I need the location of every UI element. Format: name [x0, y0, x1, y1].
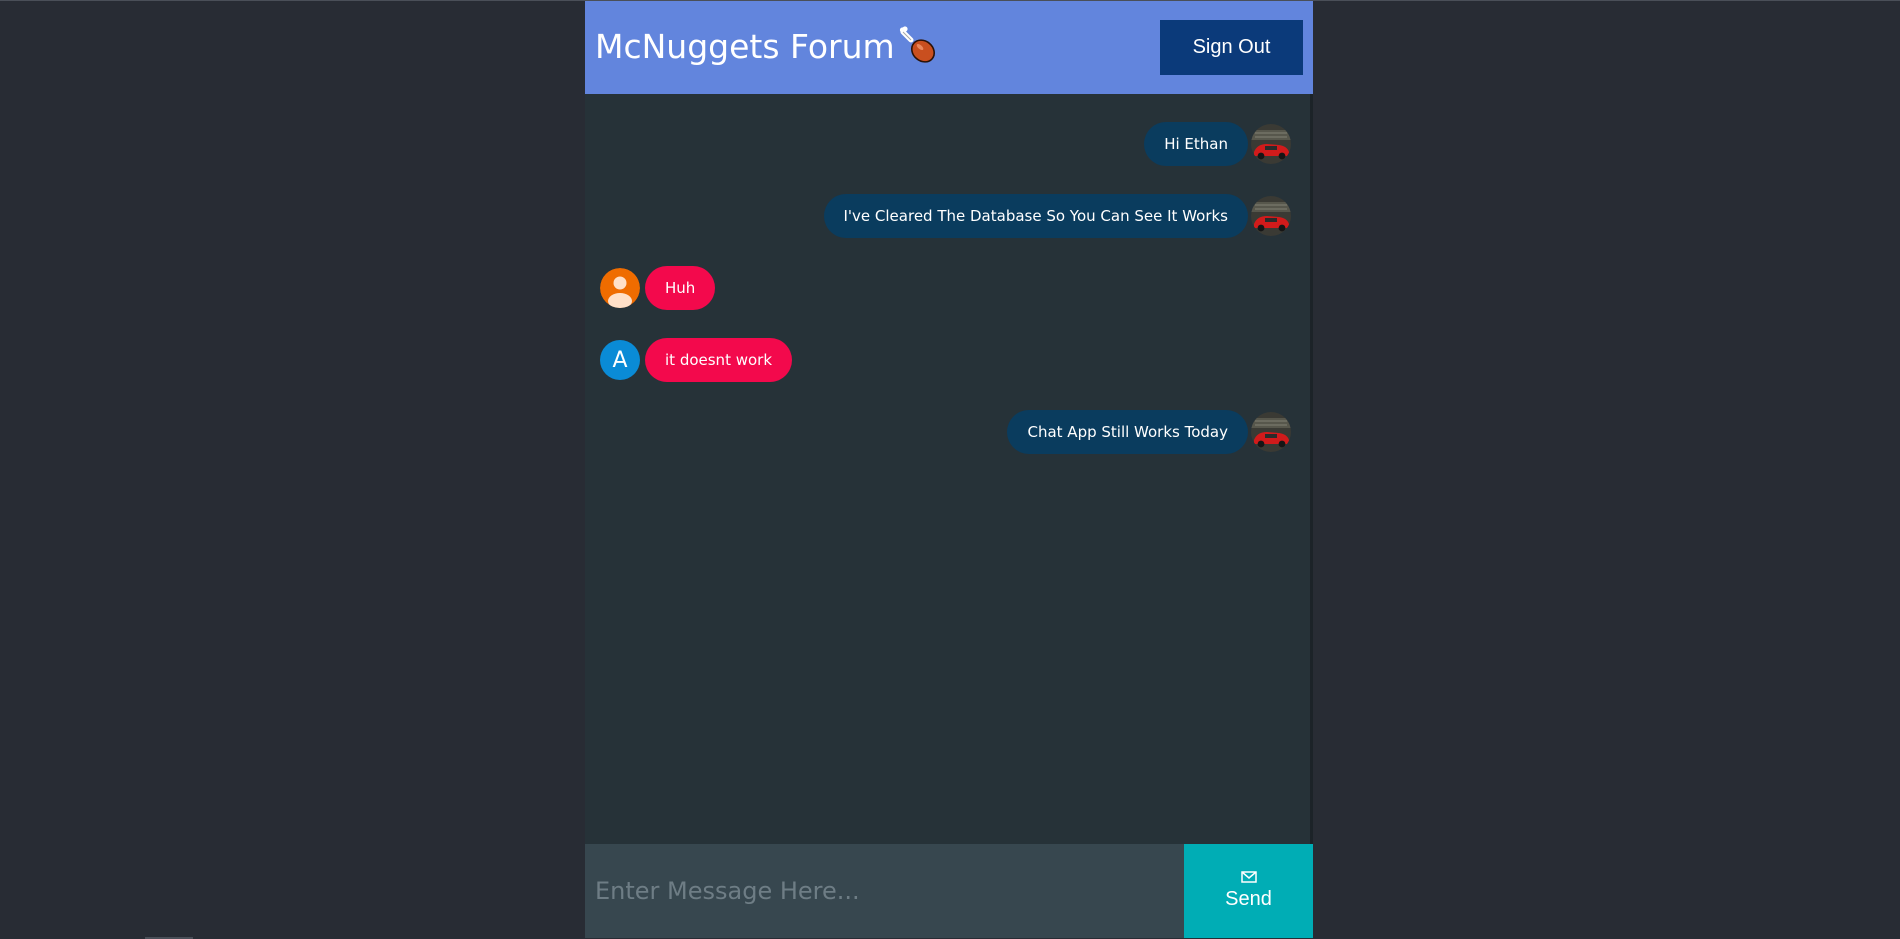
send-label: Send [1225, 888, 1272, 910]
car-avatar [1251, 196, 1291, 236]
mail-icon [1240, 871, 1257, 886]
message-bubble: Hi Ethan [1144, 122, 1248, 166]
drumstick-icon [899, 26, 939, 66]
app-header: McNuggets Forum Sign Out [585, 1, 1313, 94]
letter-avatar: A [600, 340, 640, 380]
message-bubble: Chat App Still Works Today [1007, 410, 1248, 454]
message-item: I've Cleared The Database So You Can See… [823, 194, 1291, 238]
person-icon [600, 268, 640, 308]
message-item: Huh [600, 266, 716, 310]
message-input[interactable] [585, 844, 1184, 938]
message-bubble: it doesnt work [645, 338, 793, 382]
message-list[interactable]: Hi Ethan I've Cleared The Database So Yo… [585, 94, 1310, 844]
message-composer: Send [585, 844, 1313, 938]
page-title-text: McNuggets Forum [595, 26, 895, 66]
car-avatar [1251, 412, 1291, 452]
message-item: Hi Ethan [1144, 122, 1291, 166]
message-item: Chat App Still Works Today [1007, 410, 1291, 454]
send-button[interactable]: Send [1184, 844, 1313, 938]
message-bubble: I've Cleared The Database So You Can See… [823, 194, 1248, 238]
message-bubble: Huh [645, 266, 716, 310]
chat-app: McNuggets Forum Sign Out Hi Ethan I've C… [585, 1, 1313, 938]
car-avatar [1251, 124, 1291, 164]
message-item: A it doesnt work [600, 338, 793, 382]
page-title: McNuggets Forum [595, 26, 939, 66]
sign-out-button[interactable]: Sign Out [1160, 20, 1303, 75]
chat-scrollbar[interactable] [1310, 94, 1313, 844]
